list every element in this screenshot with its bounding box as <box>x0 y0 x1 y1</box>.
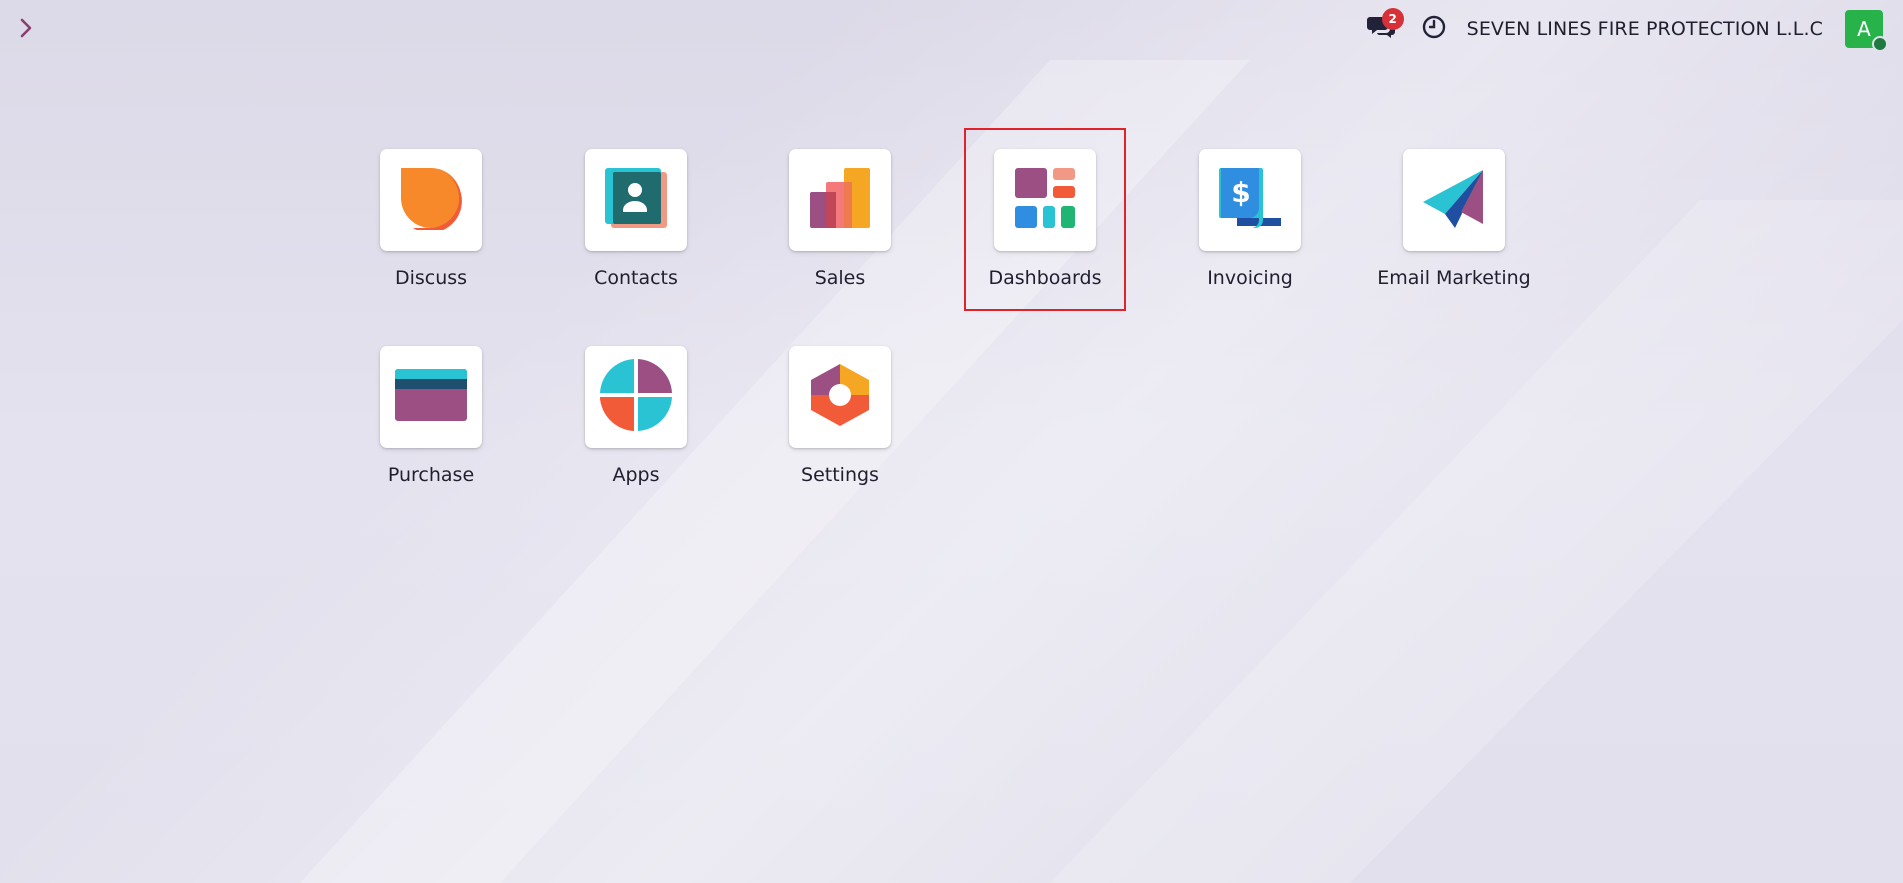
app-purchase[interactable]: Purchase <box>336 346 526 536</box>
app-settings[interactable]: Settings <box>745 346 935 536</box>
discuss-icon <box>399 166 463 234</box>
app-discuss[interactable]: Discuss <box>336 149 526 339</box>
messages-count-badge: 2 <box>1381 8 1404 30</box>
avatar-initial: A <box>1857 17 1871 41</box>
purchase-icon <box>393 367 469 427</box>
apps-icon <box>598 357 674 437</box>
contacts-icon <box>603 166 669 234</box>
app-tile <box>585 149 687 251</box>
app-tile <box>1403 149 1505 251</box>
app-label: Purchase <box>387 464 475 486</box>
user-avatar[interactable]: A <box>1845 10 1888 52</box>
app-email-marketing[interactable]: Email Marketing <box>1359 149 1549 339</box>
messages-button[interactable]: 2 <box>1365 8 1404 45</box>
company-switcher[interactable]: SEVEN LINES FIRE PROTECTION L.L.C <box>1467 18 1823 40</box>
app-tile <box>380 149 482 251</box>
sales-icon <box>808 166 872 234</box>
app-label: Contacts <box>594 267 678 289</box>
app-label: Email Marketing <box>1377 267 1531 289</box>
activity-button[interactable] <box>1419 14 1449 44</box>
settings-icon <box>809 362 871 432</box>
app-contacts[interactable]: Contacts <box>541 149 731 339</box>
app-tile <box>789 149 891 251</box>
app-label: Settings <box>801 464 879 486</box>
app-label: Sales <box>814 267 866 289</box>
app-label: Dashboards <box>988 267 1102 289</box>
invoicing-icon: $ <box>1217 166 1283 234</box>
dashboards-icon <box>1013 166 1077 234</box>
app-sales[interactable]: Sales <box>745 149 935 339</box>
app-label: Apps <box>612 464 660 486</box>
app-tile <box>789 346 891 448</box>
svg-text:$: $ <box>1231 176 1250 209</box>
app-label: Discuss <box>394 267 468 289</box>
top-navbar: 2 SEVEN LINES FIRE PROTECTION L.L.C A <box>0 0 1903 58</box>
app-tile <box>994 149 1096 251</box>
presence-indicator <box>1872 36 1888 52</box>
app-tile <box>380 346 482 448</box>
email-marketing-icon <box>1421 166 1487 234</box>
app-invoicing[interactable]: $ Invoicing <box>1155 149 1345 339</box>
app-tile <box>585 346 687 448</box>
clock-icon <box>1422 15 1446 43</box>
app-tile: $ <box>1199 149 1301 251</box>
app-label: Invoicing <box>1207 267 1293 289</box>
background-decoration <box>300 60 1903 883</box>
app-dashboards[interactable]: Dashboards <box>950 149 1140 339</box>
chevron-right-icon[interactable] <box>16 16 36 40</box>
app-apps[interactable]: Apps <box>541 346 731 536</box>
systray: 2 SEVEN LINES FIRE PROTECTION L.L.C A <box>1365 0 1903 58</box>
